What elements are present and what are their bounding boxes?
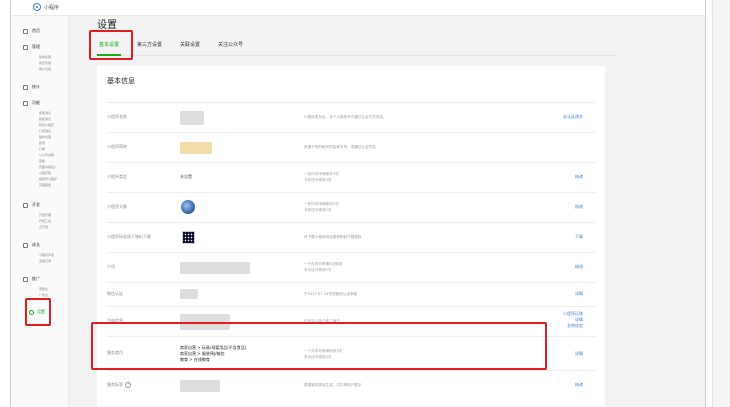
highlight-box-settings [25, 298, 51, 326]
modify-link[interactable]: 修改 [575, 204, 583, 210]
info-row-short-name: 小程序简称 来源于你的帐号的名称字符，或通过认证改名 [107, 132, 595, 162]
row-desc: 来源于你的帐号的名称字符，或通过认证改名 [304, 145, 376, 149]
app-name: 小程序 [44, 4, 60, 11]
redacted-value [180, 142, 212, 154]
details-link[interactable]: 详情 [575, 351, 583, 357]
card-title: 基本信息 [107, 77, 135, 85]
miniprogram-logo-icon [33, 3, 41, 11]
stats-icon [23, 84, 28, 90]
sidebar-sub-item[interactable]: 订阅消息 [39, 129, 51, 133]
sidebar-sub-item[interactable]: 直播 [39, 159, 45, 163]
info-row-type: 小程序类型 未设置 一年内可申请修改3次 今年还可修改3次 修改 [107, 162, 595, 192]
tab-bar: 基本设置 第三方设置 关联设置 关注公众号 [97, 34, 617, 56]
highlight-box-service-category [91, 322, 547, 370]
sidebar-sub-item[interactable]: 广告主 [39, 293, 48, 297]
sidebar-sub-item[interactable]: 客服消息 [39, 111, 51, 115]
window-edge [712, 0, 730, 407]
row-desc: 根据服务类目生成，供口碑用户展示 [304, 383, 362, 387]
row-label: 小程序简称 [107, 144, 127, 149]
row-desc: 一年内可申请修改5次 今年还可修改5次 [304, 202, 339, 212]
manage-icon [23, 44, 28, 50]
sidebar-sub-item[interactable]: 云开发 [39, 225, 48, 229]
row-label: 服务标签? [107, 382, 131, 388]
sidebar-sub-item[interactable]: 搜索 [39, 141, 45, 145]
name-check-link[interactable]: 名称核定 [563, 323, 583, 329]
row-desc: 于2017-07-14完成微信认证审核 [304, 292, 358, 296]
modify-link[interactable]: 修改 [575, 174, 583, 180]
sidebar-sub-item[interactable]: 小程序码 [39, 171, 51, 175]
sidebar-sub-item[interactable]: 开发工具 [39, 219, 51, 223]
info-row-intro: 介绍 一个月内可申请5次修改 本月还可修改5次 修改 [107, 252, 595, 282]
row-label: 小程序码及线下物料下载 [107, 234, 151, 239]
sidebar-item-promotion[interactable]: 推广 [23, 276, 40, 282]
info-row-qrcode: 小程序码及线下物料下载 可下载小程序码及推荐物料下载物料 下载 [107, 222, 595, 252]
row-label: 小程序头像 [107, 204, 127, 209]
qrcode-icon [182, 231, 195, 244]
tab-follow-official-account[interactable]: 关注公众号 [216, 34, 245, 56]
sidebar-item-features[interactable]: 功能 [23, 100, 40, 106]
info-row-name: 小程序名称 小程序发布后，非个人类帐号可通过认证方式改名。 去认证改名 [107, 102, 595, 132]
app-logo[interactable]: 小程序 [33, 3, 59, 11]
sidebar-sub-item[interactable]: 订单 [39, 147, 45, 151]
develop-icon [23, 202, 28, 208]
sidebar-sub-item[interactable]: 页面内容接入 [39, 165, 57, 169]
sidebar-sub-item[interactable]: 页面路径 [39, 183, 51, 187]
sidebar-sub-item[interactable]: 开发管理 [39, 213, 51, 217]
sidebar-sub-item[interactable]: 违规记录 [39, 259, 51, 263]
verify-rename-link[interactable]: 去认证改名 [563, 114, 583, 120]
info-row-verification: 微信认证 于2017-07-14完成微信认证审核 详情 [107, 282, 595, 306]
tab-third-party-settings[interactable]: 第三方设置 [135, 34, 164, 56]
entity-actions: 小程序迁移 详情 名称核定 [563, 311, 583, 329]
app-window: 小程序 首页 管理 版本管理 成员管理 用户反馈 统计 功能 客服消息 模板消息… [10, 0, 706, 407]
sidebar-sub-item[interactable]: 成员管理 [39, 61, 51, 65]
sidebar-item-develop[interactable]: 开发 [23, 202, 40, 208]
row-label: 小程序名称 [107, 114, 127, 119]
download-link[interactable]: 下载 [575, 234, 583, 240]
redacted-value [180, 380, 220, 392]
redacted-value [180, 289, 198, 299]
row-desc: 一年内可申请修改3次 今年还可修改3次 [304, 172, 339, 182]
sidebar-sub-item[interactable]: 小程序评测 [39, 253, 54, 257]
avatar [181, 200, 195, 214]
sidebar: 首页 管理 版本管理 成员管理 用户反馈 统计 功能 客服消息 模板消息 附近小… [11, 16, 69, 407]
sidebar-sub-item[interactable]: 附近小程序 [39, 123, 54, 127]
modify-link[interactable]: 修改 [575, 382, 583, 388]
sidebar-item-growth[interactable]: 成长 [23, 242, 40, 248]
promotion-icon [23, 276, 28, 282]
modify-link[interactable]: 修改 [575, 264, 583, 270]
info-row-avatar: 小程序头像 一年内可申请修改5次 今年还可修改5次 修改 [107, 192, 595, 222]
sidebar-sub-item[interactable]: 版本管理 [39, 55, 51, 59]
help-icon[interactable]: ? [125, 382, 131, 388]
sidebar-sub-item[interactable]: 模板消息 [39, 117, 51, 121]
row-desc: 可下载小程序码及推荐物料下载物料 [304, 235, 362, 239]
sidebar-sub-item[interactable]: 公众号关联 [39, 153, 54, 157]
sidebar-item-stats[interactable]: 统计 [23, 84, 40, 90]
row-label: 微信认证 [107, 291, 123, 296]
row-label: 小程序类型 [107, 174, 127, 179]
sidebar-sub-item[interactable]: 视频号小程序 [39, 177, 57, 181]
redacted-value [180, 262, 250, 274]
row-value: 未设置 [180, 174, 192, 179]
sidebar-item-manage[interactable]: 管理 [23, 44, 40, 50]
main-content: 设置 基本设置 第三方设置 关联设置 关注公众号 基本信息 小程序名称 小程序发… [69, 16, 705, 407]
info-row-service-tags: 服务标签? 根据服务类目生成，供口碑用户展示 修改 [107, 370, 595, 400]
highlight-box-basic-tab [89, 30, 133, 60]
sidebar-sub-item[interactable]: 流量主 [39, 287, 48, 291]
row-label: 介绍 [107, 264, 115, 269]
row-desc: 一个月内可申请5次修改 本月还可修改5次 [304, 262, 343, 272]
redacted-value [180, 111, 204, 125]
top-bar: 小程序 [11, 0, 705, 16]
sidebar-sub-item[interactable]: 插件管理 [39, 135, 51, 139]
features-icon [23, 100, 28, 106]
sidebar-sub-item[interactable]: 用户反馈 [39, 67, 51, 71]
tab-association-settings[interactable]: 关联设置 [178, 34, 202, 56]
row-desc: 小程序发布后，非个人类帐号可通过认证方式改名。 [304, 115, 387, 119]
sidebar-item-home[interactable]: 首页 [23, 28, 40, 34]
growth-icon [23, 242, 28, 248]
home-icon [23, 28, 28, 34]
details-link[interactable]: 详情 [575, 291, 583, 297]
page-title: 设置 [97, 20, 117, 31]
